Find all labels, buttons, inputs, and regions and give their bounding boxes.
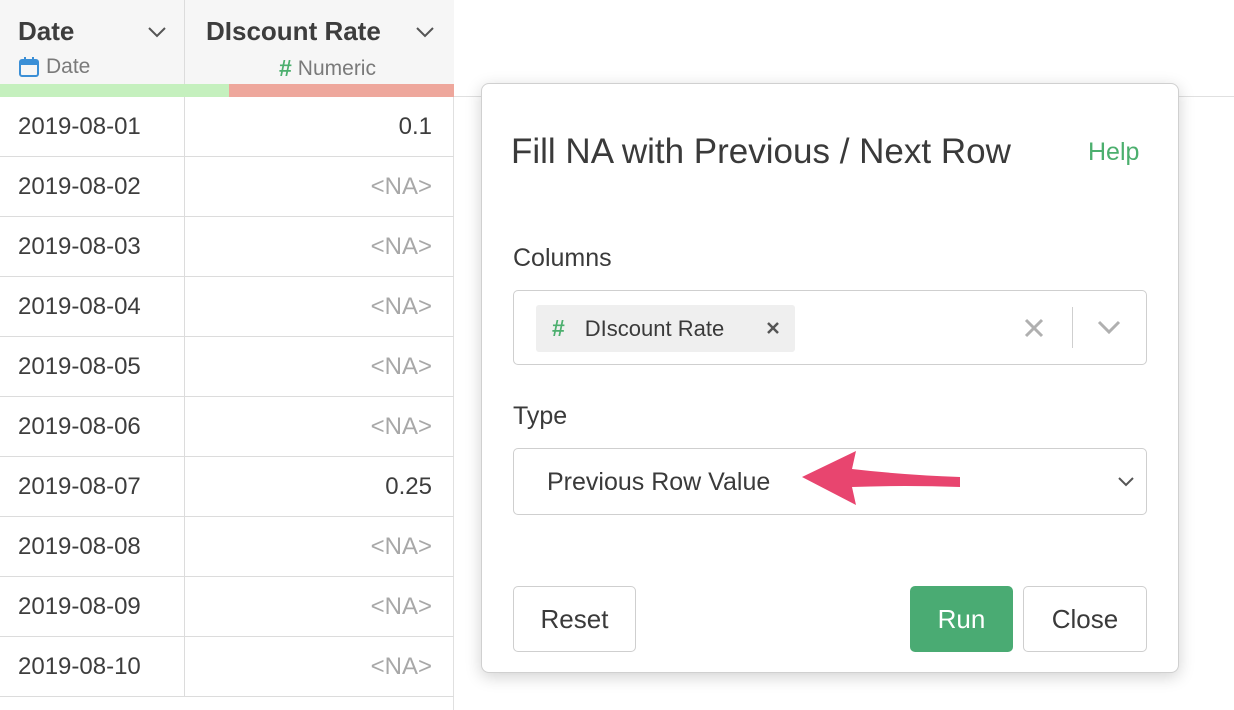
value-cell[interactable]: <NA> bbox=[185, 277, 454, 337]
date-cell[interactable]: 2019-08-04 bbox=[0, 277, 185, 337]
column-name: DIscount Rate bbox=[206, 16, 381, 46]
table-row: 2019-08-08 <NA> bbox=[0, 517, 454, 577]
hash-icon: # bbox=[279, 55, 292, 81]
chevron-down-icon bbox=[1118, 477, 1134, 487]
date-cell[interactable]: 2019-08-02 bbox=[0, 157, 185, 217]
value-cell[interactable]: <NA> bbox=[185, 637, 454, 697]
value-cell[interactable]: <NA> bbox=[185, 577, 454, 637]
calendar-icon bbox=[19, 57, 39, 77]
run-button[interactable]: Run bbox=[910, 586, 1013, 652]
close-button[interactable]: Close bbox=[1023, 586, 1147, 652]
hash-icon: # bbox=[552, 315, 565, 341]
table-row: 2019-08-06 <NA> bbox=[0, 397, 454, 457]
date-cell[interactable]: 2019-08-10 bbox=[0, 637, 185, 697]
reset-button[interactable]: Reset bbox=[513, 586, 636, 652]
columns-multiselect[interactable]: # DIscount Rate bbox=[513, 290, 1147, 365]
column-type-label: Date bbox=[46, 55, 91, 78]
column-type: # Numeric bbox=[279, 55, 376, 82]
chip-label: DIscount Rate bbox=[584, 315, 725, 341]
column-name: Date bbox=[18, 16, 75, 46]
table-row: 2019-08-07 0.25 bbox=[0, 457, 454, 517]
clear-icon[interactable] bbox=[1023, 317, 1045, 339]
selected-column-chip: # DIscount Rate bbox=[536, 305, 795, 352]
date-cell[interactable]: 2019-08-07 bbox=[0, 457, 185, 517]
column-header-discount-rate[interactable]: DIscount Rate # Numeric bbox=[185, 0, 454, 97]
column-type: Date bbox=[18, 55, 90, 79]
value-cell[interactable]: <NA> bbox=[185, 337, 454, 397]
column-type-label: Numeric bbox=[297, 56, 376, 80]
value-cell[interactable]: 0.25 bbox=[185, 457, 454, 517]
divider bbox=[1072, 307, 1073, 348]
columns-label: Columns bbox=[513, 244, 612, 272]
column-header-date[interactable]: Date Date bbox=[0, 0, 185, 97]
quality-bar-valid bbox=[0, 84, 229, 97]
table-row: 2019-08-05 <NA> bbox=[0, 337, 454, 397]
dialog-title: Fill NA with Previous / Next Row bbox=[511, 132, 1011, 171]
table-body: 2019-08-01 0.1 2019-08-02 <NA> 2019-08-0… bbox=[0, 97, 454, 697]
table-row: 2019-08-02 <NA> bbox=[0, 157, 454, 217]
help-link[interactable]: Help bbox=[1088, 138, 1139, 167]
annotation-arrow-icon bbox=[802, 451, 960, 505]
value-cell[interactable]: <NA> bbox=[185, 217, 454, 277]
date-cell[interactable]: 2019-08-03 bbox=[0, 217, 185, 277]
type-select-value: Previous Row Value bbox=[547, 468, 771, 496]
value-cell[interactable]: 0.1 bbox=[185, 97, 454, 157]
table-row: 2019-08-10 <NA> bbox=[0, 637, 454, 697]
date-cell[interactable]: 2019-08-05 bbox=[0, 337, 185, 397]
table-row: 2019-08-03 <NA> bbox=[0, 217, 454, 277]
chevron-down-icon[interactable] bbox=[415, 26, 435, 38]
date-cell[interactable]: 2019-08-08 bbox=[0, 517, 185, 577]
value-cell[interactable]: <NA> bbox=[185, 517, 454, 577]
value-cell[interactable]: <NA> bbox=[185, 157, 454, 217]
fill-na-dialog: Fill NA with Previous / Next Row Help Co… bbox=[481, 83, 1179, 673]
date-cell[interactable]: 2019-08-06 bbox=[0, 397, 185, 457]
data-grid: Date Date DIscount Rate # Numeric 2019-0… bbox=[0, 0, 454, 710]
date-cell[interactable]: 2019-08-01 bbox=[0, 97, 185, 157]
table-row: 2019-08-09 <NA> bbox=[0, 577, 454, 637]
value-cell[interactable]: <NA> bbox=[185, 397, 454, 457]
table-row: 2019-08-04 <NA> bbox=[0, 277, 454, 337]
chevron-down-icon[interactable] bbox=[1097, 320, 1121, 334]
table-row: 2019-08-01 0.1 bbox=[0, 97, 454, 157]
date-cell[interactable]: 2019-08-09 bbox=[0, 577, 185, 637]
type-label: Type bbox=[513, 402, 568, 430]
chevron-down-icon[interactable] bbox=[147, 26, 167, 38]
quality-bar-missing bbox=[229, 84, 454, 97]
remove-chip-icon[interactable] bbox=[765, 317, 781, 339]
